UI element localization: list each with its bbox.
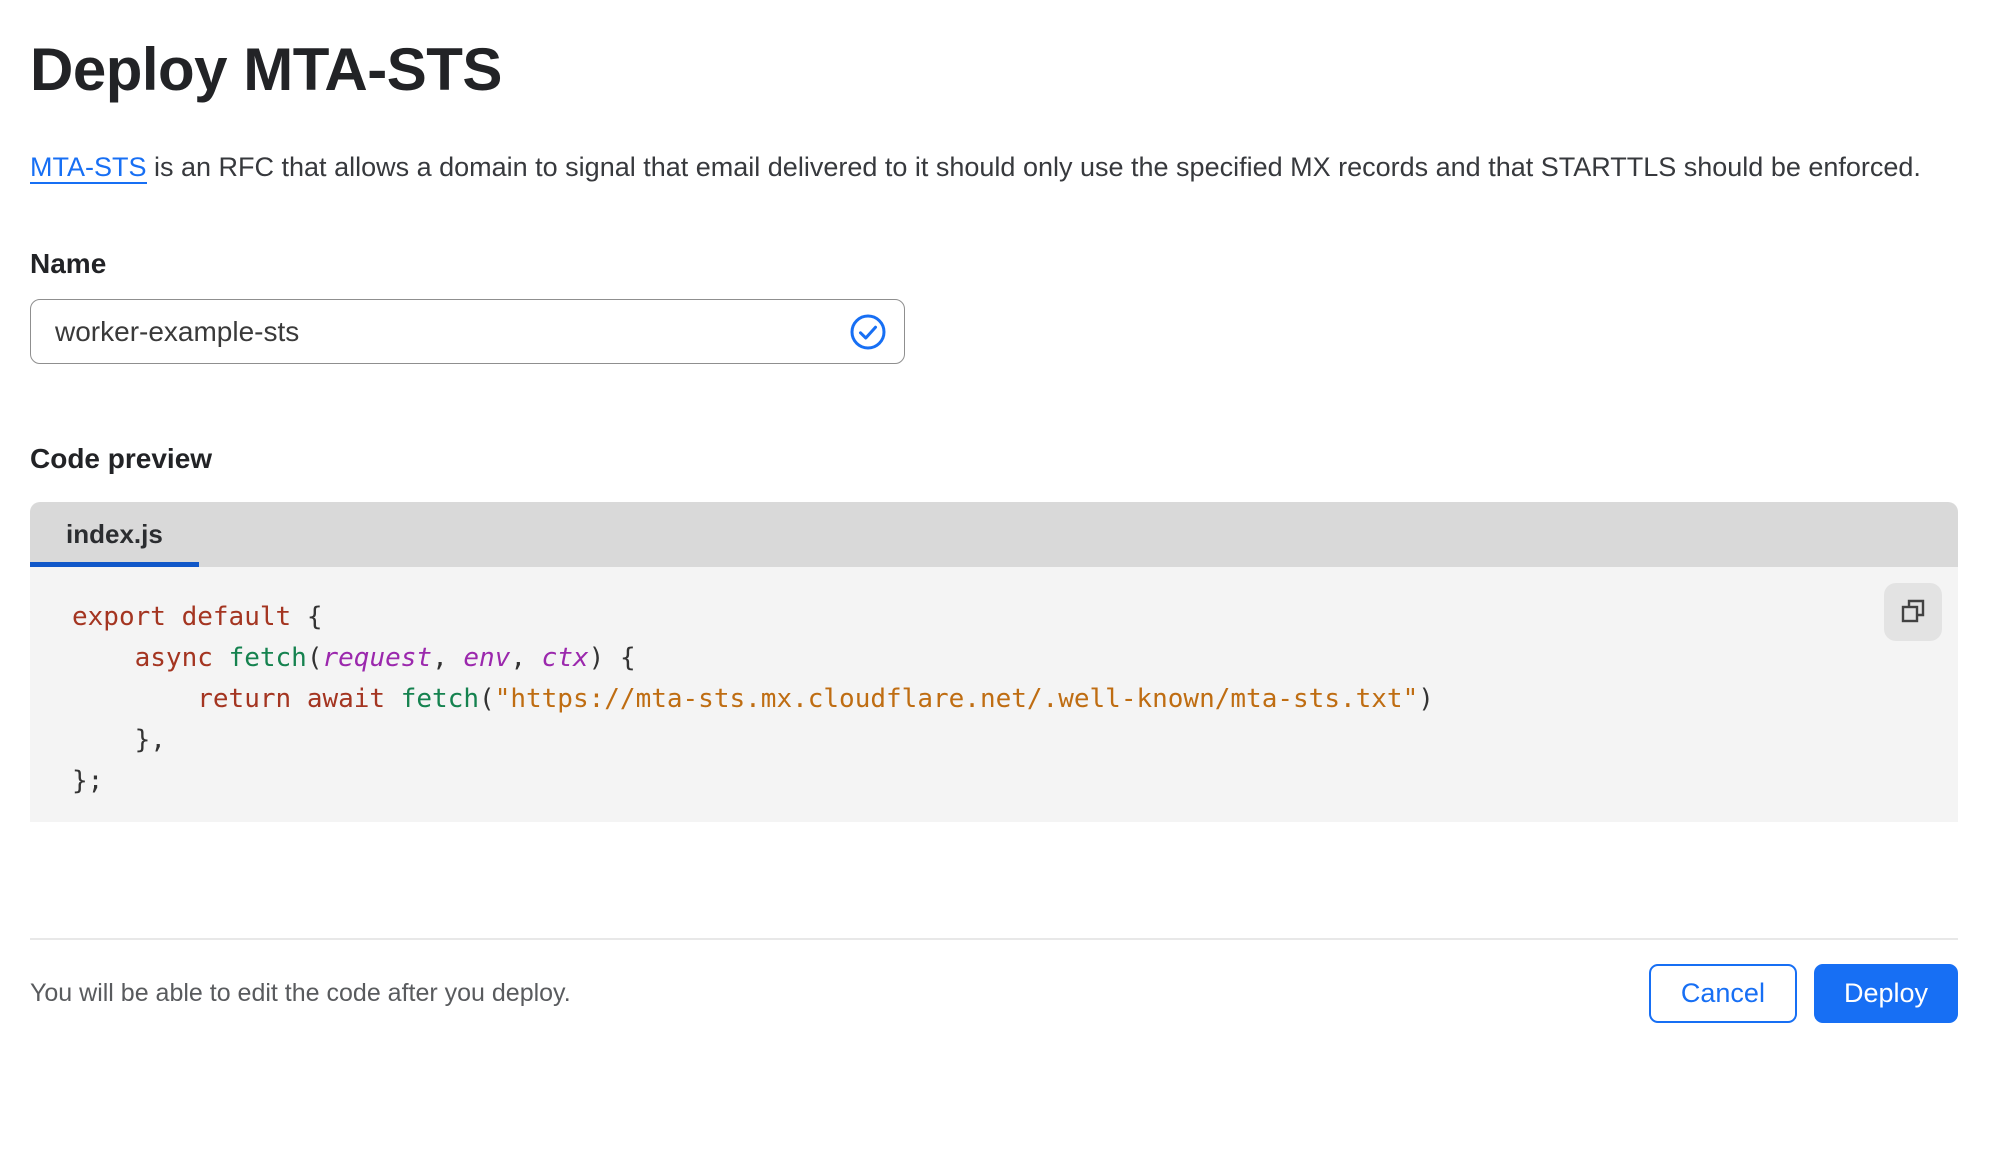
- code-tab-bar: index.js: [30, 502, 1958, 567]
- tab-index-js-label: index.js: [66, 519, 163, 549]
- copy-icon: [1898, 596, 1928, 629]
- code-editor-area: export default { async fetch(request, en…: [30, 567, 1958, 822]
- mta-sts-link[interactable]: MTA-STS: [30, 152, 147, 184]
- deploy-button[interactable]: Deploy: [1813, 964, 1958, 1023]
- code-content: export default { async fetch(request, en…: [72, 602, 1434, 796]
- name-input-wrap: [30, 299, 905, 364]
- tab-index-js[interactable]: index.js: [30, 502, 199, 567]
- code-preview-block: index.js export default { async fetch(re…: [30, 502, 1958, 822]
- code-preview-label: Code preview: [30, 443, 213, 474]
- page-title: Deploy MTA-STS: [30, 36, 502, 103]
- footer-note: You will be able to edit the code after …: [30, 979, 571, 1007]
- description-rest: is an RFC that allows a domain to signal…: [146, 152, 1921, 182]
- deploy-mta-sts-page: Deploy MTA-STS MTA-STS is an RFC that al…: [0, 34, 1958, 1023]
- name-input[interactable]: [30, 299, 905, 364]
- copy-code-button[interactable]: [1884, 583, 1942, 641]
- check-circle-icon: [849, 313, 887, 351]
- description-text: MTA-STS is an RFC that allows a domain t…: [30, 144, 1940, 191]
- footer-bar: You will be able to edit the code after …: [30, 938, 1958, 1023]
- cancel-button[interactable]: Cancel: [1648, 964, 1797, 1023]
- footer-actions: Cancel Deploy: [1648, 964, 1958, 1023]
- name-label: Name: [30, 248, 107, 279]
